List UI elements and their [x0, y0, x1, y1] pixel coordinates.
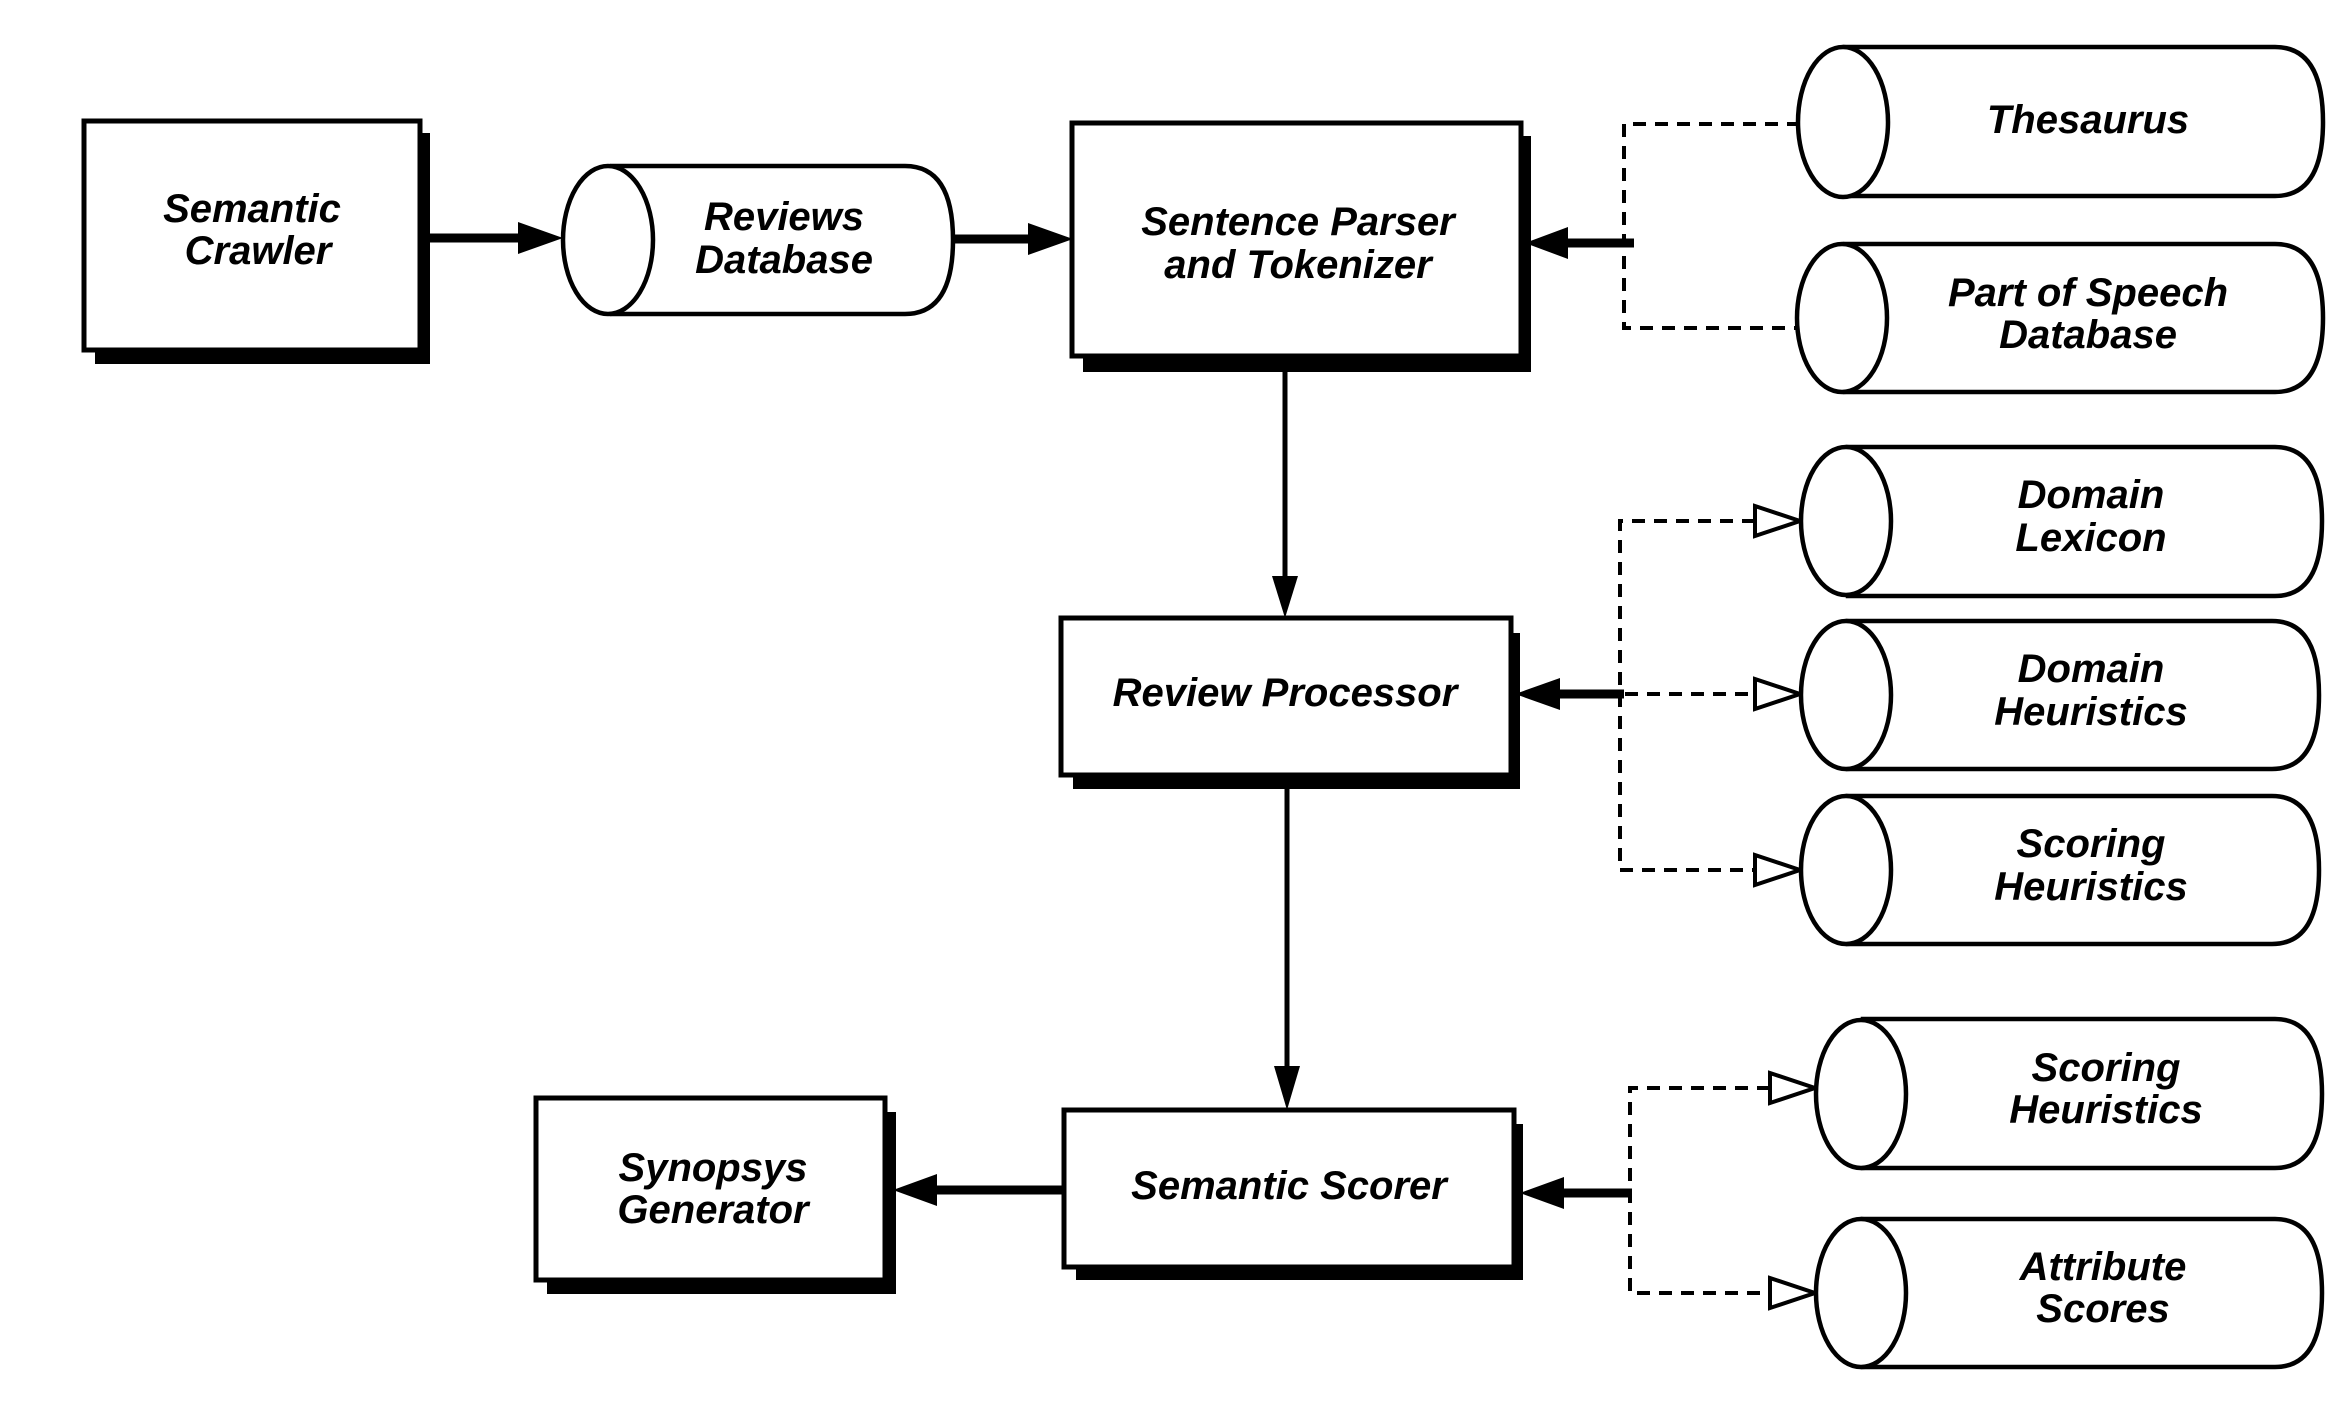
process-label: Semantic Scorer — [1131, 1164, 1449, 1208]
store-label: Scores — [2036, 1287, 2169, 1331]
arrowhead — [1525, 227, 1568, 259]
process-synopsys-generator[interactable]: Synopsys Generator — [533, 1095, 896, 1294]
store-label: Heuristics — [1994, 865, 2187, 909]
store-scoring-heuristics-scorer[interactable]: Scoring Heuristics — [1813, 1016, 2325, 1171]
store-label: Part of Speech — [1948, 271, 2228, 315]
store-attribute-scores[interactable]: Attribute Scores — [1813, 1216, 2325, 1370]
store-label: Domain — [2018, 473, 2165, 517]
store-label: Heuristics — [1994, 690, 2187, 734]
open-arrowhead — [1753, 503, 1807, 539]
process-label: Crawler — [185, 229, 334, 273]
process-sentence-parser[interactable]: Sentence Parser and Tokenizer — [1069, 120, 1531, 372]
store-label: Lexicon — [2015, 516, 2166, 560]
process-review-processor[interactable]: Review Processor — [1058, 615, 1520, 789]
process-label: Synopsys — [619, 1146, 808, 1190]
edge-lexical-resources-bracket — [1622, 122, 1800, 330]
store-domain-heuristics[interactable]: Domain Heuristics — [1798, 618, 2322, 772]
edge-scorer-resources-bracket — [1628, 1086, 1770, 1295]
flow-diagram: Semantic Crawler Sentence Parser and Tok… — [81, 44, 2326, 1370]
store-thesaurus[interactable]: Thesaurus — [1795, 44, 2326, 200]
store-label: Scoring — [2017, 822, 2166, 866]
process-label: Generator — [617, 1188, 811, 1232]
process-label: Review Processor — [1113, 671, 1460, 715]
arrowhead — [1515, 678, 1560, 710]
store-label: Database — [1999, 313, 2177, 357]
store-label: Scoring — [2032, 1046, 2181, 1090]
process-semantic-scorer[interactable]: Semantic Scorer — [1061, 1107, 1523, 1280]
store-domain-lexicon[interactable]: Domain Lexicon — [1798, 444, 2325, 599]
arrowhead — [893, 1174, 937, 1206]
arrowhead — [1272, 576, 1298, 618]
store-part-of-speech-database[interactable]: Part of Speech Database — [1794, 241, 2326, 395]
open-arrowhead — [1768, 1070, 1822, 1106]
store-reviews-database[interactable]: Reviews Database — [560, 163, 956, 317]
process-label: Sentence Parser — [1141, 200, 1457, 244]
process-semantic-crawler[interactable]: Semantic Crawler — [81, 118, 430, 364]
store-scoring-heuristics[interactable]: Scoring Heuristics — [1798, 793, 2322, 947]
store-label: Attribute — [2019, 1245, 2187, 1289]
open-arrowhead — [1768, 1275, 1822, 1311]
open-arrowhead — [1753, 676, 1807, 712]
arrowhead — [1028, 223, 1073, 255]
store-label: Reviews — [704, 195, 864, 239]
arrowhead — [1274, 1066, 1300, 1110]
store-label: Database — [695, 238, 873, 282]
arrowhead — [1520, 1177, 1564, 1209]
process-label: and Tokenizer — [1164, 243, 1434, 287]
edge-processor-resources-bracket — [1618, 519, 1755, 872]
arrowhead — [518, 222, 563, 254]
store-label: Thesaurus — [1987, 98, 2189, 142]
store-label: Domain — [2018, 647, 2165, 691]
process-label: Semantic — [163, 187, 341, 231]
store-label: Heuristics — [2009, 1088, 2202, 1132]
open-arrowhead — [1753, 852, 1807, 888]
